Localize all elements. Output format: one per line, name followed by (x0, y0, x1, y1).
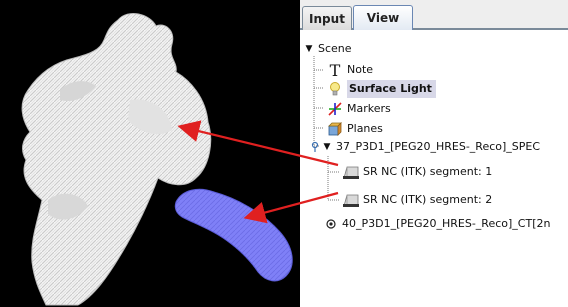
tree-node-label: Note (347, 63, 374, 76)
tab-input[interactable]: Input (302, 6, 352, 30)
tree-node-planes[interactable]: Planes (326, 120, 383, 138)
collapse-triangle-icon[interactable]: ▼ (322, 139, 332, 155)
tree-node-segment-2[interactable]: SR NC (ITK) segment: 2 (342, 191, 492, 209)
tree-node-surface-light[interactable]: Surface Light (326, 80, 436, 98)
planes-cube-icon (326, 121, 344, 137)
tree-node-scene[interactable]: ▼ Scene (304, 40, 352, 58)
lightbulb-icon (326, 81, 344, 97)
tree-node-label: Planes (347, 122, 383, 135)
tree-node-markers[interactable]: Markers (326, 100, 391, 118)
tree-node-label: 37_P3D1_[PEG20_HRES-_Reco]_SPEC (336, 140, 541, 153)
series-target-icon (326, 216, 336, 232)
tree-node-series-40[interactable]: 40_P3D1_[PEG20_HRES-_Reco]_CT[2n (326, 215, 550, 233)
tree-node-label: Scene (318, 42, 352, 55)
tab-view[interactable]: View (353, 5, 413, 30)
3d-render-viewport[interactable] (0, 0, 300, 307)
tree-node-label: Markers (347, 102, 391, 115)
rendered-surfaces (21, 12, 293, 306)
surface-segment-icon (342, 192, 360, 208)
blue-surface-segment (174, 188, 293, 282)
series-pin-icon (310, 139, 320, 155)
tree-node-series-37[interactable]: ▼ 37_P3D1_[PEG20_HRES-_Reco]_SPEC (310, 138, 540, 156)
text-t-icon: T (329, 60, 341, 80)
axes-markers-icon (326, 101, 344, 117)
tree-node-note[interactable]: T Note (326, 60, 374, 80)
tree-node-label: Surface Light (347, 80, 436, 98)
white-surface-segment (21, 12, 212, 306)
scene-tree: ▼ Scene T Note Surface Light Markers Pla… (300, 30, 568, 307)
tree-node-segment-1[interactable]: SR NC (ITK) segment: 1 (342, 163, 492, 181)
tab-bar: Input View (300, 0, 568, 30)
tree-node-label: 40_P3D1_[PEG20_HRES-_Reco]_CT[2n (342, 217, 551, 230)
collapse-triangle-icon[interactable]: ▼ (304, 41, 314, 57)
view-control-panel: Input View ▼ Scene T Note Surface Light … (300, 0, 568, 307)
tree-node-label: SR NC (ITK) segment: 1 (363, 165, 493, 178)
tree-node-label: SR NC (ITK) segment: 2 (363, 193, 493, 206)
surface-segment-icon (342, 164, 360, 180)
